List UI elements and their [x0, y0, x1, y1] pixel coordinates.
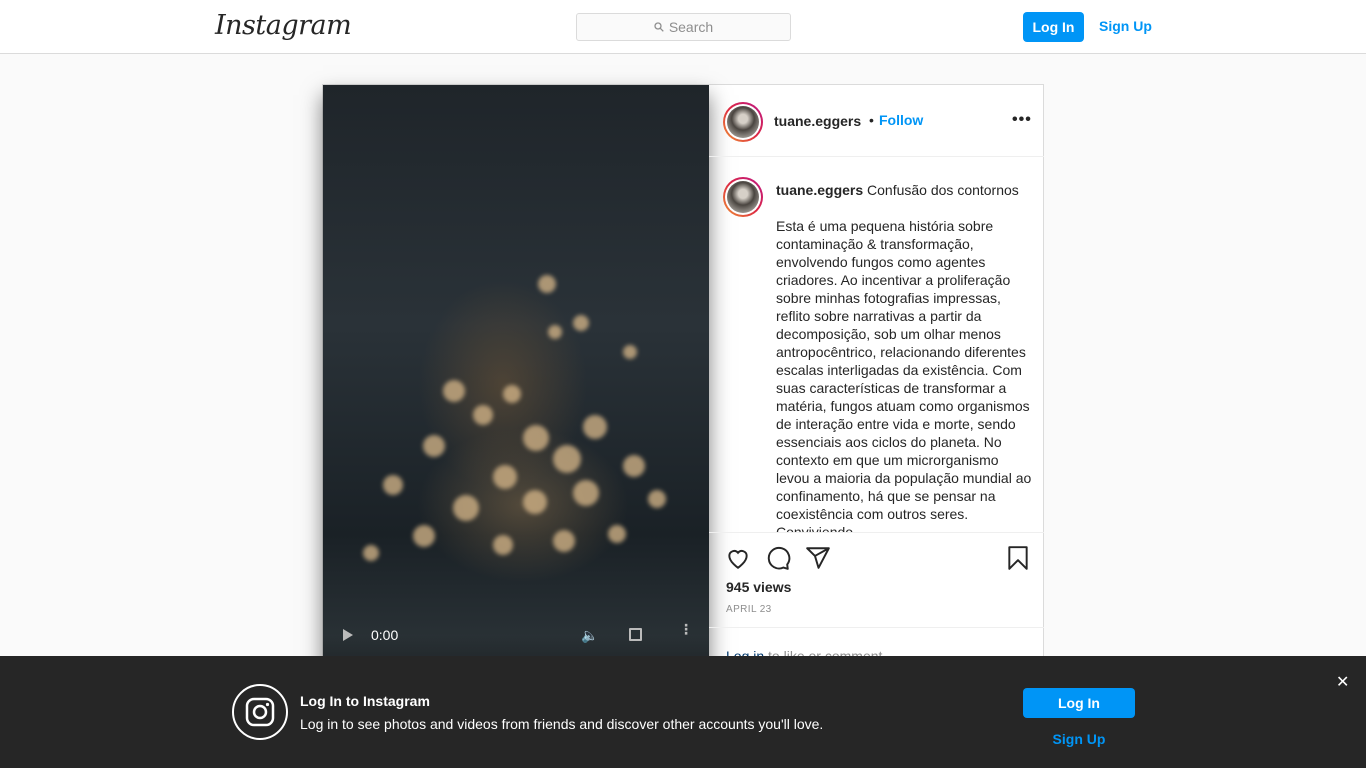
banner-text: Log in to see photos and videos from fri…: [300, 716, 824, 732]
post-header: tuane.eggers • Follow •••: [709, 85, 1044, 157]
post-date[interactable]: APRIL 23: [726, 604, 772, 615]
banner-title: Log In to Instagram: [300, 693, 430, 709]
follow-button[interactable]: Follow: [879, 112, 923, 128]
top-nav: Instagram Search Log In Sign Up: [0, 0, 1366, 54]
search-input[interactable]: Search: [576, 13, 791, 41]
caption-title: Confusão dos contornos: [867, 182, 1019, 198]
caption-header: tuane.eggers Confusão dos contornos: [776, 182, 1036, 198]
volume-icon[interactable]: 🔈: [581, 627, 598, 644]
signup-link[interactable]: Sign Up: [1099, 18, 1152, 34]
post-sidebar: tuane.eggers • Follow ••• tuane.eggers C…: [709, 85, 1044, 705]
avatar[interactable]: [723, 102, 763, 142]
caption-username[interactable]: tuane.eggers: [776, 182, 863, 198]
view-count[interactable]: 945 views: [726, 579, 791, 595]
banner-login-button[interactable]: Log In: [1023, 688, 1135, 718]
login-banner: Log In to Instagram Log in to see photos…: [0, 656, 1366, 768]
more-options-icon[interactable]: •••: [1012, 111, 1032, 129]
share-icon[interactable]: [805, 545, 831, 571]
heart-icon[interactable]: [725, 545, 751, 571]
video-more-icon[interactable]: ⋮: [679, 622, 693, 636]
search-placeholder: Search: [668, 19, 714, 35]
login-button[interactable]: Log In: [1023, 12, 1084, 42]
video-time: 0:00: [371, 627, 399, 643]
instagram-icon: [232, 684, 288, 740]
search-icon: [654, 22, 664, 32]
caption-text: Esta é uma pequena história sobre contam…: [776, 218, 1032, 533]
banner-signup-link[interactable]: Sign Up: [1023, 731, 1135, 747]
separator-dot: •: [869, 112, 874, 128]
post-username[interactable]: tuane.eggers: [774, 113, 861, 129]
caption-avatar[interactable]: [723, 177, 763, 217]
post-actions: [709, 533, 1044, 581]
fullscreen-icon[interactable]: [629, 628, 642, 641]
bookmark-icon[interactable]: [1005, 545, 1031, 571]
play-icon[interactable]: [343, 629, 353, 641]
comment-icon[interactable]: [765, 545, 791, 571]
post-video[interactable]: 0:00 🔈 ⋮: [323, 85, 709, 685]
instagram-logo[interactable]: Instagram: [215, 10, 352, 41]
caption-area[interactable]: tuane.eggers Confusão dos contornos Esta…: [709, 157, 1044, 533]
post-card: 0:00 🔈 ⋮ tuane.eggers • Follow ••• tuane…: [322, 84, 1044, 704]
close-icon[interactable]: ✕: [1336, 672, 1349, 692]
